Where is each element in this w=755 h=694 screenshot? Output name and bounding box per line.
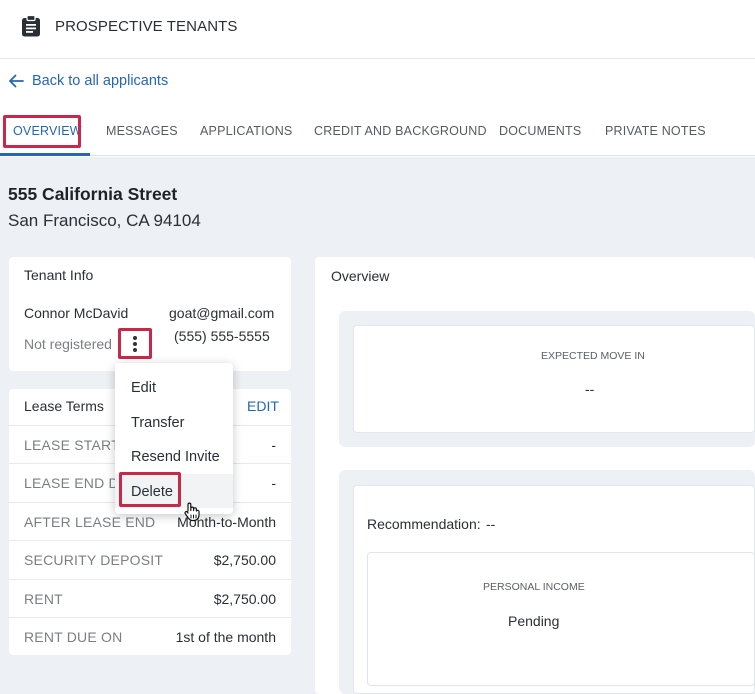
tenant-status: Not registered [24,336,112,352]
back-to-applicants-link[interactable]: Back to all applicants [8,73,168,89]
arrow-left-icon [9,74,24,88]
tenant-email: goat@gmail.com [169,305,275,321]
pointer-hand-icon [184,502,200,522]
back-link-label: Back to all applicants [32,73,169,89]
lease-row-value: 1st of the month [175,629,276,645]
tab-applications[interactable]: APPLICATIONS [200,124,292,138]
tab-bar: OVERVIEW MESSAGES APPLICATIONS CREDIT AN… [0,112,755,156]
lease-row-key: AFTER LEASE END [24,514,156,530]
active-tab-indicator [0,153,90,156]
lease-row-key: RENT DUE ON [24,629,123,645]
personal-income-value: Pending [508,613,560,629]
menu-item-transfer[interactable]: Transfer [131,415,184,431]
lease-row: SECURITY DEPOSIT $2,750.00 [9,540,291,578]
more-options-button[interactable] [118,328,152,359]
move-in-label: EXPECTED MOVE IN [541,350,645,362]
overview-title: Overview [331,268,390,284]
delete-item-highlight [119,472,181,507]
page-title: PROSPECTIVE TENANTS [55,18,238,35]
lease-terms-title: Lease Terms [24,398,104,414]
lease-row-key: SECURITY DEPOSIT [24,552,164,568]
kebab-dot-icon [133,342,137,346]
tenant-name: Connor McDavid [24,305,129,321]
kebab-dot-icon [133,336,137,340]
top-bar: PROSPECTIVE TENANTS [0,0,755,59]
tenant-phone: (555) 555-5555 [174,328,270,344]
lease-edit-button[interactable]: EDIT [247,398,279,414]
move-in-value: -- [585,381,595,397]
recommendation-value: -- [486,516,496,532]
personal-income-label: PERSONAL INCOME [483,581,585,593]
tab-private-notes[interactable]: PRIVATE NOTES [605,124,706,138]
property-address-line1: 555 California Street [8,184,178,204]
property-address-line2: San Francisco, CA 94104 [8,211,201,230]
tab-credit-and-background[interactable]: CREDIT AND BACKGROUND [314,124,487,138]
recommendation-label: Recommendation: [367,516,481,532]
kebab-dot-icon [133,348,137,352]
menu-item-edit[interactable]: Edit [131,380,156,396]
lease-row-key: LEASE END DA [24,475,129,491]
clipboard-icon [22,15,40,37]
menu-item-resend-invite[interactable]: Resend Invite [131,449,220,465]
lease-row-value: - [271,437,276,453]
lease-row-value: $2,750.00 [213,552,276,568]
tab-documents[interactable]: DOCUMENTS [499,124,581,138]
tenant-info-title: Tenant Info [24,267,94,283]
lease-row: RENT $2,750.00 [9,579,291,617]
overview-tab-highlight [3,115,81,148]
move-in-box [353,325,755,433]
lease-row-value: - [271,475,276,491]
personal-income-box [367,552,755,686]
lease-row: RENT DUE ON 1st of the month [9,617,291,655]
tab-messages[interactable]: MESSAGES [106,124,178,138]
lease-row-value: $2,750.00 [213,591,276,607]
lease-row-key: RENT [24,591,63,607]
